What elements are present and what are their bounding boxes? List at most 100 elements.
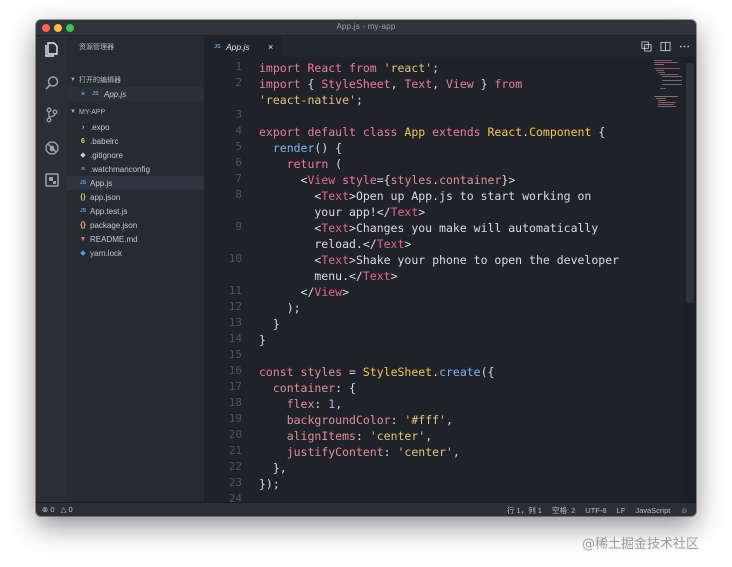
code-line[interactable]: }); (259, 476, 280, 492)
open-editors-label: 打开的编辑器 (79, 77, 121, 84)
tree-item-app-js[interactable]: JS App.js (67, 176, 204, 190)
code-line[interactable]: container: { (259, 380, 356, 396)
debug-icon[interactable] (43, 139, 60, 156)
line-number: 20 (228, 428, 242, 441)
tree-item-yarn-lock[interactable]: ◆ yarn.lock (67, 246, 204, 260)
tree-item-watchmanconfig[interactable]: ≡ .watchmanconfig (67, 162, 204, 176)
code-token: container (439, 173, 502, 187)
code-line[interactable]: <Text>Open up App.js to start working on (259, 188, 591, 204)
code-token: Text (321, 189, 350, 203)
code-token: </ (259, 285, 315, 299)
tab-close-icon[interactable]: × (268, 42, 273, 52)
code-line[interactable]: export default class App extends React.C… (259, 124, 605, 140)
tree-item-expo[interactable]: › .expo (67, 120, 204, 134)
tree-item-package-json[interactable]: {} package.json (67, 218, 204, 232)
more-actions-icon[interactable] (679, 41, 690, 52)
warnings-indicator[interactable]: △ 0 (61, 505, 73, 514)
open-changes-icon[interactable] (641, 41, 652, 52)
project-header[interactable]: ▼ MY-APP (67, 105, 204, 119)
tree-item-label: app.json (90, 192, 121, 202)
tree-item-app-test-js[interactable]: JS App.test.js (67, 204, 204, 218)
code-line[interactable]: justifyContent: 'center', (259, 444, 460, 460)
code-line[interactable]: const styles = StyleSheet.create({ (259, 364, 494, 380)
code-token: View (446, 77, 481, 91)
code-token: { (383, 173, 391, 187)
code-token: : { (335, 381, 356, 395)
code-line[interactable]: }, (259, 460, 287, 476)
code-line[interactable]: render() { (259, 140, 342, 156)
code-line[interactable]: your app!</Text> (259, 204, 425, 220)
tree-item-label: yarn.lock (90, 248, 123, 258)
warning-count: 0 (68, 505, 73, 514)
language-mode[interactable]: JavaScript (635, 506, 670, 515)
errors-indicator[interactable]: ⊗ 0 (42, 505, 55, 514)
code-token: : (383, 445, 398, 459)
tree-item-babelrc[interactable]: 6 .babelrc (67, 134, 204, 148)
search-icon[interactable] (43, 74, 60, 91)
code-editor[interactable]: 1 2 3 4 5 6 7 8 9 10 11 12 13 14 15 16 17 18 19 20 21 22 23 24 … (204, 57, 696, 502)
source-control-icon[interactable] (43, 106, 60, 123)
code-line[interactable]: } (259, 316, 280, 332)
code-token: > (404, 237, 412, 251)
scrollbar-thumb[interactable] (686, 63, 694, 303)
explorer-title: 资源管理器 (79, 44, 114, 51)
code-line[interactable]: flex: 1, (259, 396, 342, 412)
code-line[interactable]: menu.</Text> (259, 268, 398, 284)
code-token: >Open up App.js to start working on (349, 189, 592, 203)
open-editor-item[interactable]: × JS App.js (67, 87, 204, 101)
code-token: React (487, 125, 523, 139)
code-token: < (259, 173, 308, 187)
extensions-icon[interactable] (43, 171, 60, 188)
code-line[interactable]: ); (259, 300, 301, 316)
code-line[interactable]: <Text>Shake your phone to open the devel… (259, 252, 619, 268)
tree-item-readme[interactable]: ▼ README.md (67, 232, 204, 246)
code-line[interactable]: </View> (259, 284, 350, 300)
tree-item-gitignore[interactable]: ◆ .gitignore (67, 148, 204, 162)
js-file-icon: JS (92, 91, 99, 97)
code-line[interactable]: reload.</Text> (259, 236, 411, 252)
encoding[interactable]: UTF-8 (585, 506, 606, 515)
code-token: } (480, 77, 495, 91)
code-token: , (390, 77, 405, 91)
code-line[interactable]: 'react-native'; (259, 92, 363, 108)
code-token: from (494, 77, 523, 91)
code-token: export default class (259, 125, 405, 139)
project-label: MY-APP (79, 108, 106, 116)
code-line[interactable]: backgroundColor: '#fff', (259, 412, 453, 428)
vertical-scrollbar[interactable] (684, 57, 696, 502)
code-token: : (314, 397, 329, 411)
split-editor-icon[interactable] (660, 41, 671, 52)
feedback-icon[interactable]: ☺ (680, 506, 688, 515)
code-line[interactable]: alignItems: 'center', (259, 428, 432, 444)
tree-item-label: App.test.js (90, 206, 128, 216)
file-type-icon: 6 (81, 137, 85, 145)
code-token: ; (432, 61, 440, 75)
code-line[interactable]: return ( (259, 156, 342, 172)
code-token: > (390, 269, 398, 283)
file-type-icon: ≡ (80, 165, 86, 173)
explorer-icon[interactable] (43, 40, 60, 57)
code-token: 'react-native' (259, 93, 356, 107)
tab-app-js[interactable]: JS App.js × (204, 36, 282, 57)
code-line[interactable]: import { StyleSheet, Text, View } from (259, 76, 522, 92)
tree-item-app-json[interactable]: {} app.json (67, 190, 204, 204)
code-token: , (425, 429, 433, 443)
code-line[interactable]: <Text>Changes you make will automaticall… (259, 220, 598, 236)
code-line[interactable]: } (259, 332, 266, 348)
line-number: 7 (235, 172, 242, 185)
indentation[interactable]: 空格: 2 (552, 505, 575, 516)
code-token: reload.</ (259, 237, 377, 251)
code-token: style (342, 173, 377, 187)
close-icon[interactable]: × (81, 91, 85, 98)
code-line[interactable]: import React from 'react'; (259, 60, 439, 76)
open-editors-header[interactable]: ▼ 打开的编辑器 (67, 73, 204, 87)
line-number: 24 (228, 492, 242, 502)
cursor-position[interactable]: 行 1，列 1 (507, 505, 542, 516)
line-number: 4 (235, 124, 242, 137)
code-token: () { (314, 141, 343, 155)
end-of-line[interactable]: LF (617, 506, 626, 515)
code-line[interactable]: <View style={styles.container}> (259, 172, 516, 188)
code-token: Text (376, 237, 405, 251)
minimap[interactable] (652, 57, 684, 117)
